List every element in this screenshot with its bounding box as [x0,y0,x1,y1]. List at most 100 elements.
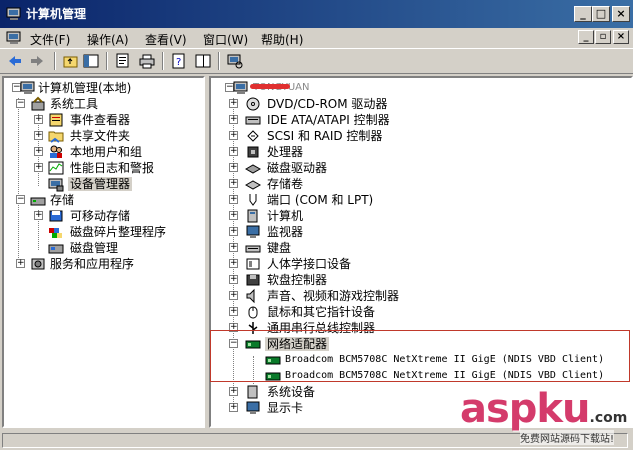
shared-folder-icon [48,131,64,143]
minimize-button[interactable]: _ [574,6,592,22]
collapse-toggle[interactable]: − [16,195,25,204]
menu-bar: 文件(F) 操作(A) 查看(V) 窗口(W) 帮助(H) _ ▫ × [0,28,633,48]
device-label: Broadcom BCM5708C NetXtreme II GigE (NDI… [285,370,605,381]
ide-controller-icon [245,116,261,125]
tree-item-label: 磁盘管理 [70,241,119,255]
device-category-label: 存储卷 [267,177,304,191]
toolbar-separator [106,52,108,70]
expand-toggle[interactable]: + [229,99,238,108]
expand-toggle[interactable]: + [34,211,43,220]
console-icon[interactable] [6,30,22,46]
expand-toggle[interactable]: + [229,259,238,268]
computer-management-icon [6,7,21,20]
tree-connector [18,98,19,268]
expand-toggle[interactable]: + [229,403,238,412]
watermark-brand: aspku [460,386,591,432]
expand-toggle[interactable]: + [229,275,238,284]
child-close-button[interactable]: × [613,30,629,44]
menu-window[interactable]: 窗口(W) [203,31,248,48]
watermark-suffix: .com [589,410,628,426]
device-category-label: 声音、视频和游戏控制器 [267,289,400,303]
menu-action[interactable]: 操作(A) [87,31,129,48]
expand-toggle[interactable]: + [229,131,238,140]
collapse-toggle[interactable]: − [16,99,25,108]
expand-toggle[interactable]: + [229,195,238,204]
window-title: 计算机管理 [26,7,87,21]
device-category-label: 人体学接口设备 [267,257,352,271]
toolbar: ? [0,48,633,74]
expand-toggle[interactable]: + [229,307,238,316]
event-viewer-icon [49,113,63,127]
tree-item-label: 本地用户和组 [70,145,143,159]
expand-toggle[interactable]: + [229,163,238,172]
scan-hardware-icon[interactable] [226,52,244,70]
floppy-controller-icon [246,274,260,286]
up-level-icon[interactable] [62,52,80,70]
back-arrow-icon[interactable] [6,52,24,70]
title-bar[interactable]: 计算机管理 _ □ × [0,0,633,28]
watermark-subtitle: 免费网站源码下载站! [520,430,615,445]
close-button[interactable]: × [612,6,630,22]
device-category-label: 键盘 [267,241,292,255]
toolbar-separator [218,52,220,70]
maximize-button[interactable]: □ [592,6,610,22]
tree-connector [253,356,254,384]
expand-toggle[interactable]: + [229,227,238,236]
print-icon[interactable] [138,52,156,70]
expand-toggle[interactable]: + [229,115,238,124]
tree-item-label: 服务和应用程序 [50,257,135,271]
expand-toggle[interactable]: + [229,323,238,332]
expand-toggle[interactable]: + [229,291,238,300]
show-details-icon[interactable] [194,52,212,70]
dvd-drive-icon [246,97,260,111]
expand-toggle[interactable]: + [34,147,43,156]
device-tree-pane[interactable]: − TONGYUAN + DVD/CD-ROM 驱动器 + IDE ATA/AT… [209,76,633,428]
expand-toggle[interactable]: + [34,115,43,124]
hid-icon [246,258,260,270]
tree-item-label: 系统工具 [50,97,99,111]
device-category-label: 系统设备 [267,385,316,399]
device-category-label: IDE ATA/ATAPI 控制器 [267,113,390,127]
tree-item-label: 共享文件夹 [70,129,131,143]
tree-item-label: 存储 [50,193,75,207]
console-tree-pane[interactable]: − 计算机管理(本地) − 系统工具 + 事件查看器 + 共享文件夹 + 本地用… [2,76,205,428]
properties-icon[interactable] [114,52,132,70]
device-label: Broadcom BCM5708C NetXtreme II GigE (NDI… [285,354,605,365]
menu-file[interactable]: 文件(F) [30,31,70,48]
tools-icon [31,96,45,111]
svg-text:?: ? [176,57,181,68]
forward-arrow-icon[interactable] [28,52,46,70]
expand-toggle[interactable]: + [229,147,238,156]
device-category-label: 磁盘驱动器 [267,161,328,175]
collapse-toggle[interactable]: − [229,339,238,348]
processor-icon [247,146,259,158]
show-hide-tree-icon[interactable] [82,52,100,70]
child-restore-button[interactable]: ▫ [595,30,611,44]
menu-help[interactable]: 帮助(H) [261,31,303,48]
scsi-controller-icon [247,130,259,142]
network-adapter-icon [265,356,281,365]
users-icon [50,145,62,158]
expand-toggle[interactable]: + [16,259,25,268]
computer-icon [20,81,35,94]
expand-toggle[interactable]: + [34,131,43,140]
tree-item-label: 设备管理器 [68,177,133,191]
tree-item-label: 磁盘碎片整理程序 [70,225,167,239]
device-category-label: DVD/CD-ROM 驱动器 [267,97,388,111]
expand-toggle[interactable]: + [229,387,238,396]
device-category-label: 端口 (COM 和 LPT) [267,193,374,207]
expand-toggle[interactable]: + [34,163,43,172]
expand-toggle[interactable]: + [229,211,238,220]
help-icon[interactable]: ? [170,52,188,70]
menu-view[interactable]: 查看(V) [145,31,187,48]
expand-toggle[interactable]: + [229,179,238,188]
port-icon [249,194,257,206]
expand-toggle[interactable]: + [229,243,238,252]
child-minimize-button[interactable]: _ [578,30,594,44]
disk-drive-icon [245,164,261,174]
tree-item-label: 性能日志和警报 [70,161,155,175]
usb-icon [248,322,258,334]
computer-icon [233,81,248,94]
defragmenter-icon [49,228,62,238]
device-category-label: SCSI 和 RAID 控制器 [267,129,383,143]
